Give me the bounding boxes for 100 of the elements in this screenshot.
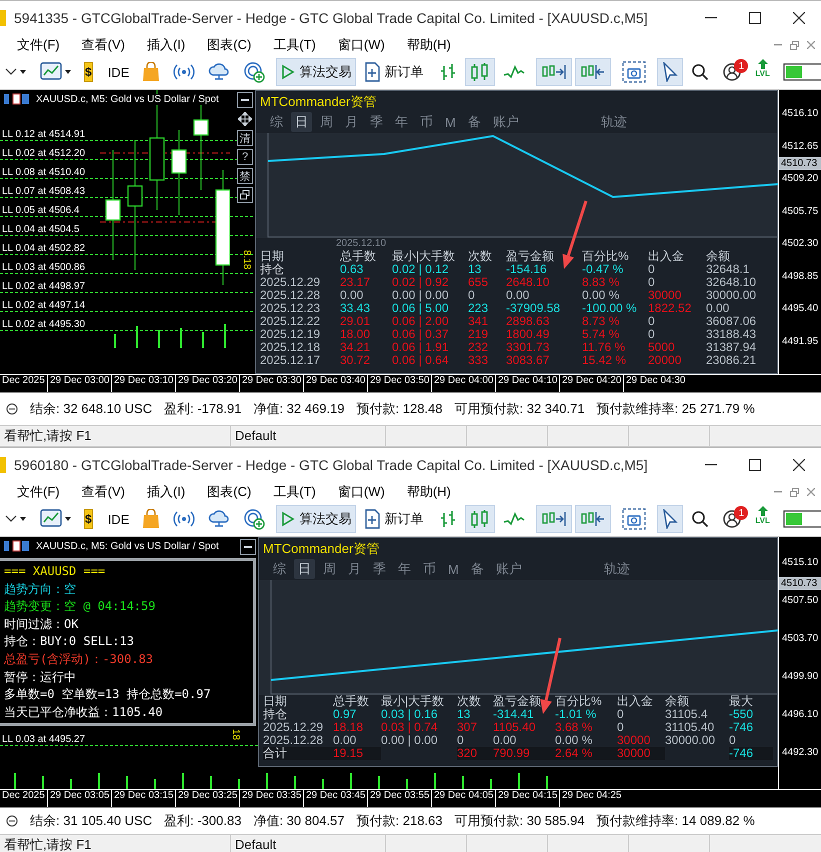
minimize-icon[interactable]: [774, 44, 782, 46]
collapse-icon[interactable]: [6, 403, 18, 415]
panel-tab[interactable]: 日: [291, 112, 312, 132]
menu-item[interactable]: 窗口(W): [326, 483, 396, 501]
menu-item[interactable]: 图表(C): [196, 483, 262, 501]
menu-item[interactable]: 文件(F): [6, 36, 71, 54]
panel-tab[interactable]: M: [441, 112, 460, 132]
table-cell-text: 15.42 %: [582, 354, 628, 367]
table-cell-text: 0.00: [493, 734, 518, 747]
table-cell-text: 2025.12.28: [263, 734, 324, 747]
app-icon: [0, 10, 6, 26]
dollar-button[interactable]: $: [84, 509, 93, 529]
account-value: 净值: 32 469.19: [253, 400, 345, 418]
close-icon[interactable]: [807, 41, 815, 49]
panel-tab[interactable]: 月: [344, 559, 365, 579]
chart-side-button[interactable]: ?: [237, 149, 253, 165]
menu-item[interactable]: 帮助(H): [396, 483, 462, 501]
panel-tab[interactable]: 币: [419, 559, 440, 579]
chart-side-button[interactable]: 清: [237, 130, 253, 146]
dollar-button[interactable]: $: [84, 62, 93, 82]
close-icon[interactable]: [807, 488, 815, 496]
radar-plus-icon: [243, 61, 266, 83]
column-header: 盈亏金额: [506, 250, 555, 263]
panel-tab[interactable]: 年: [391, 112, 412, 132]
menu-item[interactable]: 帮助(H): [396, 36, 462, 54]
candlestick-button[interactable]: [465, 505, 496, 533]
algo-trading-button[interactable]: 算法交易: [276, 505, 356, 533]
panel-tab[interactable]: 账户: [488, 112, 523, 132]
restore-button[interactable]: [237, 187, 253, 203]
table-cell-text: 30000.00: [665, 734, 716, 747]
minimize-button[interactable]: [240, 539, 256, 555]
chat-button[interactable]: 1: [717, 505, 748, 533]
ide-button[interactable]: IDE: [102, 505, 134, 533]
cursor-button[interactable]: [657, 505, 684, 533]
table-cell-text: 223: [468, 302, 490, 315]
minimize-icon: [705, 464, 717, 466]
panel-tab[interactable]: 综: [266, 112, 287, 132]
auto-scroll-button[interactable]: [536, 505, 572, 533]
chart-shift-button[interactable]: [575, 505, 612, 533]
panel-tab[interactable]: 轨迹: [596, 112, 631, 132]
bar-chart-icon: [439, 62, 458, 82]
panel-tab[interactable]: M: [444, 559, 463, 579]
price-label: 4507.50: [782, 594, 820, 608]
table-cell-text: 655: [468, 276, 490, 289]
chart-shift-button[interactable]: [575, 58, 612, 86]
minimize-button[interactable]: [237, 92, 253, 108]
panel-tab[interactable]: 周: [319, 559, 340, 579]
panel-tab[interactable]: 日: [294, 559, 315, 579]
panel-tab[interactable]: 币: [416, 112, 437, 132]
table-cell-text: 0: [468, 289, 476, 302]
menu-item[interactable]: 查看(V): [70, 483, 136, 501]
column-header: 出入金: [617, 695, 654, 708]
cursor-button[interactable]: [657, 58, 684, 86]
account-value: 盈利: -300.83: [164, 812, 242, 830]
ide-button[interactable]: IDE: [102, 58, 134, 86]
menu-item[interactable]: 窗口(W): [326, 36, 396, 54]
menu-item[interactable]: 查看(V): [70, 36, 136, 54]
chart-side-button[interactable]: 禁: [237, 168, 253, 184]
table-cell-text: 0.00: [706, 302, 730, 315]
auto-scroll-button[interactable]: [536, 58, 572, 86]
chat-button[interactable]: 1: [717, 58, 748, 86]
panel-tab[interactable]: 综: [269, 559, 290, 579]
window-title: 5941335 - GTCGlobalTrade-Server - Hedge - GTC Global Trade Capital Co. Limited - [XAUUSD.c,M5]: [13, 10, 649, 26]
menu-item[interactable]: 插入(I): [136, 483, 196, 501]
table-cell-text: 1822.52: [648, 302, 692, 315]
minimize-icon[interactable]: [774, 491, 782, 493]
candlestick-icon: [470, 509, 490, 529]
level-button[interactable]: LVL: [750, 58, 775, 86]
table-cell-text: 31387.94: [706, 341, 758, 354]
panel-tab[interactable]: 年: [394, 559, 415, 579]
move-button[interactable]: [237, 111, 253, 127]
table-cell-text: 0.02 | 0.92: [392, 276, 450, 289]
menu-item[interactable]: 工具(T): [262, 36, 327, 54]
info-line: 持仓：BUY:0 SELL:13: [4, 633, 135, 650]
panel-tab[interactable]: 备: [464, 112, 485, 132]
menu-item[interactable]: 工具(T): [262, 483, 327, 501]
menu-item[interactable]: 插入(I): [136, 36, 196, 54]
menu-item[interactable]: 文件(F): [6, 483, 71, 501]
panel-tab[interactable]: 账户: [492, 559, 526, 579]
algo-trading-button[interactable]: 算法交易: [276, 58, 356, 86]
table-cell-text: 0.00 | 0.00: [381, 734, 438, 747]
table-cell-text: 持仓: [263, 708, 288, 721]
time-label: 29 Dec 03:10: [111, 375, 175, 392]
camera-icon: [622, 61, 646, 83]
candlestick-button[interactable]: [465, 58, 496, 86]
bar-chart-icon: [439, 509, 458, 529]
new-order-button[interactable]: 新订单: [359, 505, 428, 533]
panel-tab[interactable]: 月: [341, 112, 362, 132]
panel-tab[interactable]: 季: [366, 112, 387, 132]
level-button[interactable]: LVL: [750, 505, 775, 533]
new-order-button[interactable]: 新订单: [359, 58, 428, 86]
restore-icon[interactable]: [790, 488, 799, 496]
panel-tab[interactable]: 季: [369, 559, 390, 579]
table-cell-text: 0.00 %: [582, 289, 620, 302]
restore-icon[interactable]: [790, 40, 799, 50]
panel-tab[interactable]: 周: [316, 112, 337, 132]
menu-item[interactable]: 图表(C): [196, 36, 262, 54]
collapse-icon[interactable]: [6, 815, 18, 827]
panel-tab[interactable]: 备: [466, 559, 488, 579]
panel-tab[interactable]: 轨迹: [600, 559, 634, 579]
